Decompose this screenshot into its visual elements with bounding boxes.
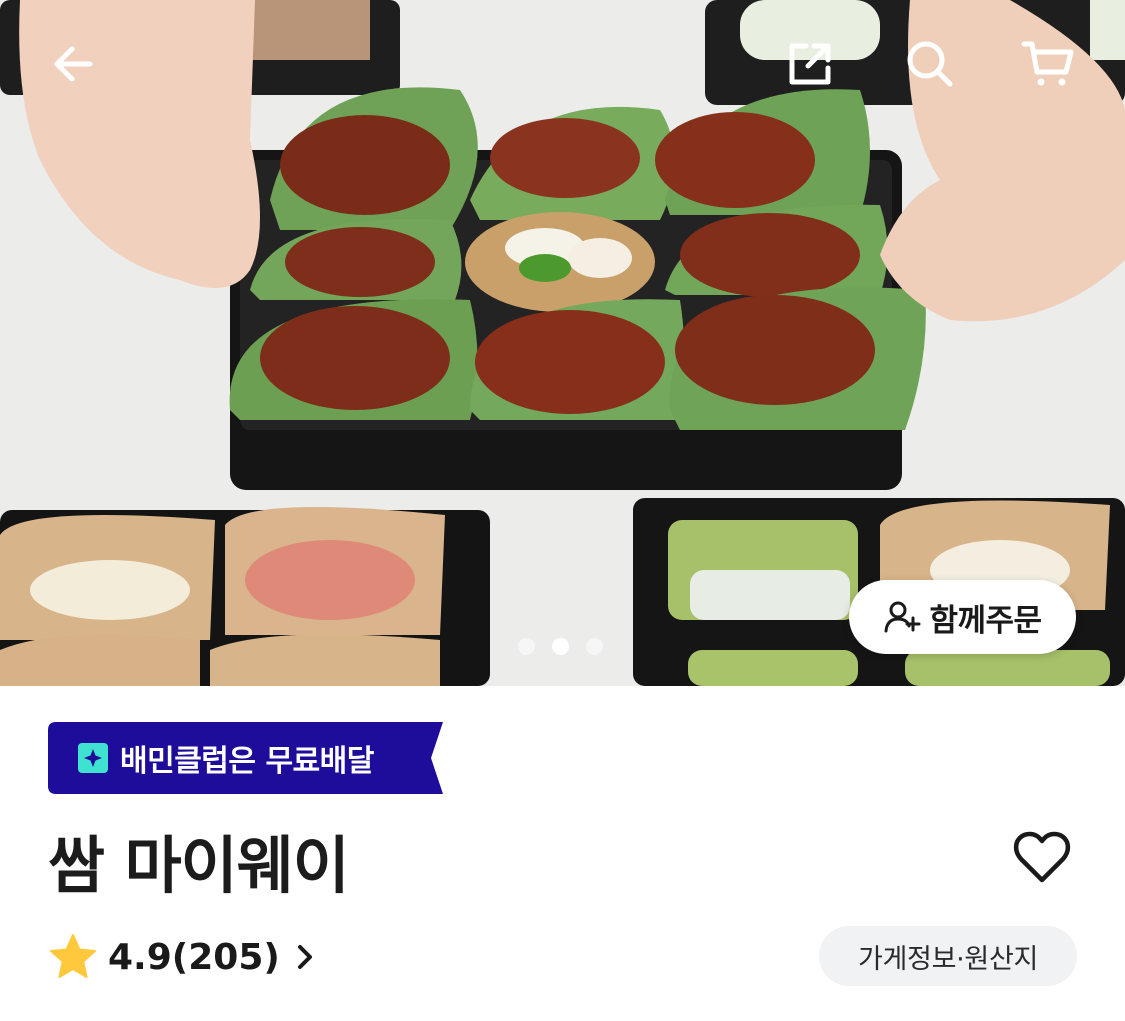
search-icon — [907, 41, 953, 87]
store-info-origin-label: 가게정보·원산지 — [857, 943, 1039, 975]
store-info-origin-button[interactable]: 가게정보·원산지 — [819, 926, 1077, 986]
carousel-indicator — [518, 638, 603, 655]
group-order-label: 함께주문 — [929, 602, 1042, 639]
rating-score: 4.9(205) — [108, 936, 280, 978]
arrow-left-icon — [54, 46, 93, 82]
sparkle-icon — [78, 743, 108, 773]
carousel-dot[interactable] — [586, 638, 603, 655]
cart-icon — [1021, 41, 1074, 86]
heart-icon — [1013, 831, 1071, 883]
carousel-dot[interactable] — [518, 638, 535, 655]
rating-link[interactable]: 4.9(205) — [48, 928, 320, 986]
cart-button[interactable] — [1012, 28, 1084, 100]
add-person-icon — [884, 601, 921, 633]
hero-image-carousel[interactable]: 함께주문 — [0, 0, 1125, 686]
club-badge-text: 배민클럽은 무료배달 — [120, 744, 374, 779]
baemin-club-badge: 배민클럽은 무료배달 — [48, 722, 443, 794]
chevron-right-icon — [290, 942, 320, 972]
carousel-dot-active[interactable] — [552, 638, 569, 655]
favorite-button[interactable] — [1006, 822, 1078, 894]
search-button[interactable] — [894, 28, 966, 100]
store-name: 쌈 마이웨이 — [48, 829, 350, 902]
share-button[interactable] — [774, 28, 846, 100]
star-icon — [48, 932, 98, 982]
group-order-button[interactable]: 함께주문 — [849, 580, 1076, 654]
back-button[interactable] — [38, 28, 110, 100]
share-icon — [789, 43, 831, 85]
